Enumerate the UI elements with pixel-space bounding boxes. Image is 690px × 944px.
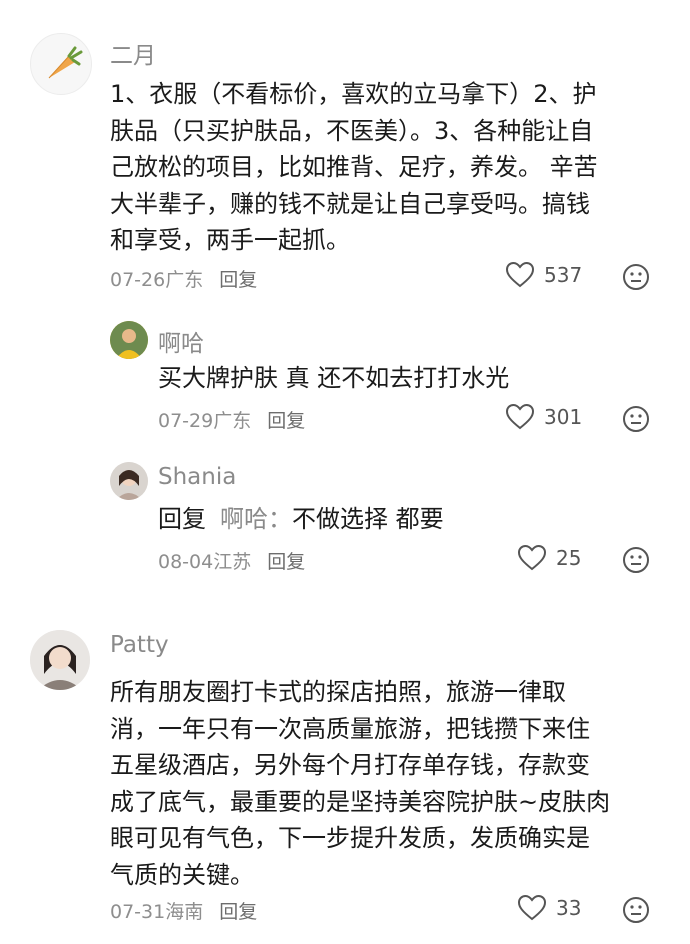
comment-item: Patty 所有朋友圈打卡式的探店拍照，旅游一律取 消，一年只有一次高质量旅游，… bbox=[0, 600, 690, 944]
comment-meta: 07-29广东 回复 bbox=[158, 406, 305, 433]
comment-line: 和享受，两手一起抓。 bbox=[110, 226, 350, 254]
like-button[interactable]: 301 bbox=[506, 404, 582, 430]
like-count: 25 bbox=[556, 546, 582, 570]
reply-button[interactable]: 回复 bbox=[267, 410, 305, 432]
heart-icon bbox=[506, 262, 534, 288]
comment-date: 08-04 bbox=[158, 551, 214, 573]
comment-date: 07-26 bbox=[110, 269, 166, 291]
user-avatar-image bbox=[30, 630, 90, 690]
comment-location: 江苏 bbox=[213, 551, 252, 573]
comment-text: 1、衣服（不看标价，喜欢的立马拿下）2、护 肤品（只买护肤品，不医美）。3、各种… bbox=[110, 76, 670, 259]
username[interactable]: 二月 bbox=[110, 36, 156, 70]
comment-text: 买大牌护肤 真 还不如去打打水光 bbox=[158, 364, 510, 392]
like-button[interactable]: 537 bbox=[506, 262, 582, 288]
comment-line: 气质的关键。 bbox=[110, 860, 254, 889]
username[interactable]: Shania bbox=[158, 464, 236, 490]
like-button[interactable]: 25 bbox=[518, 545, 581, 571]
user-avatar-image bbox=[110, 321, 148, 359]
comment-location: 海南 bbox=[165, 901, 204, 923]
user-avatar-image bbox=[110, 462, 148, 500]
comment-date: 07-29 bbox=[158, 410, 214, 432]
avatar[interactable] bbox=[110, 462, 148, 500]
comment-line: 大半辈子，赚的钱不就是让自己享受吗。搞钱 bbox=[110, 189, 590, 218]
dislike-face-icon[interactable] bbox=[622, 263, 650, 291]
reply-text: 不做选择 都要 bbox=[292, 505, 444, 533]
like-count: 301 bbox=[544, 405, 583, 429]
comment-line: 消，一年只有一次高质量旅游，把钱攒下来住 bbox=[110, 714, 590, 743]
comment-line: 1、衣服（不看标价，喜欢的立马拿下）2、护 bbox=[110, 80, 597, 108]
comment-line: 成了底气，最重要的是坚持美容院护肤~皮肤肉 bbox=[110, 787, 611, 816]
username[interactable]: Patty bbox=[110, 632, 169, 658]
avatar[interactable] bbox=[30, 630, 90, 690]
comment-line: 所有朋友圈打卡式的探店拍照，旅游一律取 bbox=[110, 678, 566, 706]
reply-button[interactable]: 回复 bbox=[219, 269, 257, 291]
comment-location: 广东 bbox=[213, 410, 252, 432]
reply-button[interactable]: 回复 bbox=[219, 901, 257, 923]
comment-location: 广东 bbox=[165, 269, 204, 291]
dislike-face-icon[interactable] bbox=[622, 546, 650, 574]
reply-target-username[interactable]: 啊哈： bbox=[220, 505, 292, 533]
avatar[interactable] bbox=[110, 321, 148, 359]
heart-icon bbox=[518, 545, 546, 571]
carrot-icon bbox=[48, 46, 83, 79]
comment-line: 肤品（只买护肤品，不医美）。3、各种能让自 bbox=[110, 116, 594, 145]
heart-icon bbox=[506, 404, 534, 430]
reply-item: Shania 回复 啊哈：不做选择 都要 08-04江苏 回复 25 bbox=[0, 440, 690, 590]
dislike-face-icon[interactable] bbox=[622, 896, 650, 924]
comment-meta: 07-31海南 回复 bbox=[110, 897, 257, 924]
comment-line: 眼可见有气色，下一步提升发质，发质确实是 bbox=[110, 824, 590, 852]
comment-text: 所有朋友圈打卡式的探店拍照，旅游一律取 消，一年只有一次高质量旅游，把钱攒下来住… bbox=[110, 674, 670, 893]
reply-button[interactable]: 回复 bbox=[267, 551, 305, 573]
reply-prefix: 回复 bbox=[158, 505, 206, 533]
username[interactable]: 啊哈 bbox=[158, 324, 204, 358]
heart-icon bbox=[518, 895, 546, 921]
comment-text: 回复 啊哈：不做选择 都要 bbox=[158, 501, 444, 538]
comment-line: 五星级酒店，另外每个月打存单存钱，存款变 bbox=[110, 751, 590, 779]
comment-item: 二月 1、衣服（不看标价，喜欢的立马拿下）2、护 肤品（只买护肤品，不医美）。3… bbox=[0, 0, 690, 300]
comment-meta: 08-04江苏 回复 bbox=[158, 547, 305, 574]
like-count: 537 bbox=[544, 263, 583, 287]
like-button[interactable]: 33 bbox=[518, 895, 581, 921]
reply-item: 啊哈 买大牌护肤 真 还不如去打打水光 07-29广东 回复 301 bbox=[0, 300, 690, 440]
comment-date: 07-31 bbox=[110, 901, 166, 923]
avatar[interactable] bbox=[30, 33, 92, 95]
comment-line: 己放松的项目，比如推背、足疗，养发。 辛苦 bbox=[110, 153, 598, 181]
like-count: 33 bbox=[556, 896, 582, 920]
comment-meta: 07-26广东 回复 bbox=[110, 265, 257, 292]
dislike-face-icon[interactable] bbox=[622, 405, 650, 433]
